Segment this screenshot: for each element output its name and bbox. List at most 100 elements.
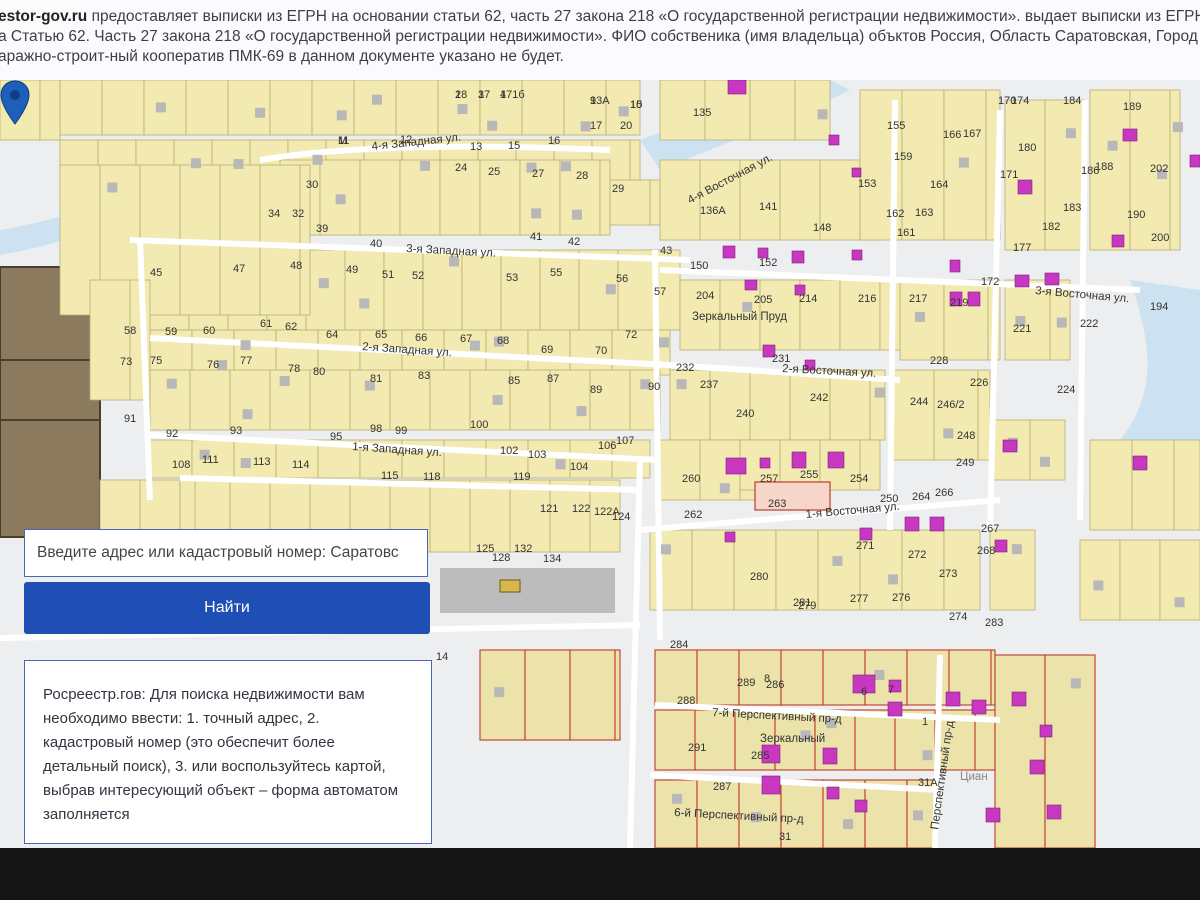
building[interactable] (851, 249, 863, 261)
building[interactable] (1122, 128, 1138, 142)
building[interactable] (1111, 234, 1125, 248)
land-plot[interactable] (599, 159, 611, 236)
land-plot[interactable] (359, 159, 401, 236)
land-plot[interactable] (539, 249, 580, 331)
land-plot[interactable] (1079, 539, 1121, 621)
land-plot[interactable] (749, 80, 796, 141)
building[interactable] (827, 451, 845, 469)
building[interactable] (1002, 439, 1018, 453)
land-plot[interactable] (353, 80, 397, 136)
land-plot[interactable] (233, 329, 277, 376)
land-plot[interactable] (399, 159, 441, 236)
building[interactable] (1189, 154, 1200, 168)
land-plot[interactable] (1029, 419, 1066, 481)
land-plot[interactable] (229, 369, 271, 431)
building[interactable] (945, 691, 961, 707)
land-plot[interactable] (219, 164, 261, 316)
land-plot[interactable] (1173, 439, 1200, 531)
land-plot[interactable] (799, 279, 841, 351)
land-plot[interactable] (39, 80, 61, 141)
land-plot[interactable] (524, 649, 571, 741)
building[interactable] (759, 457, 771, 469)
address-search-input[interactable] (25, 530, 427, 576)
building[interactable] (761, 775, 781, 795)
building[interactable] (722, 245, 736, 259)
land-plot[interactable] (589, 369, 631, 431)
site-brand[interactable]: estor-gov.ru (0, 8, 87, 25)
building[interactable] (851, 167, 862, 178)
building[interactable] (1046, 804, 1062, 820)
land-plot[interactable] (1159, 539, 1200, 621)
land-plot[interactable] (617, 249, 658, 331)
land-plot[interactable] (994, 654, 1046, 848)
land-plot[interactable] (101, 80, 145, 136)
land-plot[interactable] (259, 164, 301, 316)
building[interactable] (727, 80, 747, 95)
land-plot[interactable] (269, 80, 313, 136)
building[interactable] (1014, 274, 1030, 288)
land-plot[interactable] (780, 649, 824, 706)
land-plot[interactable] (1119, 539, 1161, 621)
building[interactable] (791, 451, 807, 469)
land-plot[interactable] (59, 80, 103, 136)
building[interactable] (859, 527, 873, 541)
building[interactable] (1029, 759, 1045, 775)
land-plot[interactable] (649, 179, 661, 226)
building[interactable] (791, 250, 805, 264)
land-plot[interactable] (749, 369, 791, 441)
building[interactable] (1011, 691, 1027, 707)
land-plot[interactable] (839, 279, 881, 351)
land-plot[interactable] (89, 279, 131, 401)
find-button[interactable]: Найти (24, 582, 430, 634)
building[interactable] (826, 786, 840, 800)
building[interactable] (822, 747, 838, 765)
land-plot[interactable] (614, 649, 621, 741)
building[interactable] (887, 701, 903, 717)
land-plot[interactable] (854, 709, 896, 771)
land-plot[interactable] (521, 80, 565, 136)
building[interactable] (967, 291, 981, 307)
land-plot[interactable] (461, 249, 502, 331)
land-plot[interactable] (344, 249, 385, 331)
land-plot[interactable] (889, 369, 935, 461)
land-plot[interactable] (269, 369, 311, 431)
land-plot[interactable] (1131, 439, 1175, 531)
land-plot[interactable] (189, 369, 231, 431)
land-plot[interactable] (500, 249, 541, 331)
building[interactable] (724, 531, 736, 543)
address-search-field[interactable] (24, 529, 428, 577)
land-plot[interactable] (990, 649, 996, 706)
land-plot[interactable] (509, 479, 551, 553)
land-plot[interactable] (185, 80, 229, 136)
building[interactable] (949, 259, 961, 273)
building[interactable] (1044, 272, 1060, 286)
land-plot[interactable] (305, 249, 346, 331)
building[interactable] (985, 807, 1001, 823)
land-plot[interactable] (443, 439, 487, 479)
land-plot[interactable] (733, 529, 777, 611)
building[interactable] (929, 516, 945, 532)
building[interactable] (994, 539, 1008, 553)
land-plot[interactable] (309, 369, 351, 431)
land-plot[interactable] (429, 479, 471, 553)
land-plot[interactable] (311, 80, 355, 136)
land-plot[interactable] (429, 369, 471, 431)
building[interactable] (904, 516, 920, 532)
building[interactable] (1039, 724, 1053, 738)
building[interactable] (1132, 455, 1148, 471)
land-plot[interactable] (654, 709, 696, 771)
land-plot[interactable] (1089, 439, 1133, 531)
land-plot[interactable] (569, 649, 616, 741)
land-plot[interactable] (383, 249, 424, 331)
building[interactable] (1017, 179, 1033, 195)
building[interactable] (744, 279, 758, 291)
building[interactable] (854, 799, 868, 813)
plot-266-outline[interactable] (754, 481, 831, 511)
land-plot[interactable] (696, 649, 740, 706)
land-plot[interactable] (659, 439, 701, 501)
land-plot[interactable] (1169, 89, 1181, 251)
building[interactable] (971, 699, 987, 715)
building[interactable] (725, 457, 747, 475)
land-plot[interactable] (469, 479, 511, 553)
land-plot[interactable] (789, 369, 831, 441)
